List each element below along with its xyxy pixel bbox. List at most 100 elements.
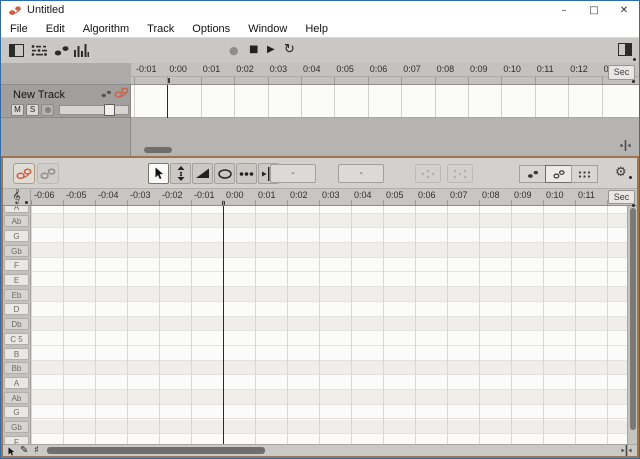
amplitude-tool-button[interactable]: [214, 163, 235, 184]
note-label-g-2[interactable]: G: [4, 229, 29, 242]
title-bar: Untitled – □ ✕: [1, 1, 639, 21]
note-label-b-10[interactable]: B: [4, 347, 29, 360]
note-label-ab-13[interactable]: Ab: [4, 391, 29, 404]
pointer-tool-button[interactable]: [148, 163, 169, 184]
view-toggle-notes[interactable]: [519, 165, 546, 183]
editor-tick-label: 0:01: [258, 190, 276, 200]
window-title: Untitled: [27, 4, 65, 16]
panel-right-dropdown-dot[interactable]: [633, 58, 636, 61]
note-label-gb-15[interactable]: Gb: [4, 421, 29, 433]
arrange-ruler[interactable]: -0:01 0:00 0:01 0:02 0:03 0:04 0:05 0:06 0:07 0:0…: [131, 63, 639, 85]
panel-left-toggle-icon[interactable]: [9, 44, 24, 57]
arrange-corner: [1, 63, 131, 85]
solo-button[interactable]: S: [26, 104, 39, 116]
note-label-g-14[interactable]: G: [4, 406, 29, 419]
editor-tick-label: -0:02: [162, 190, 183, 200]
menu-item-file[interactable]: File: [1, 21, 37, 37]
grid-row: [31, 346, 627, 361]
track-header[interactable]: New Track M S: [1, 85, 131, 118]
cursor-tool-icon[interactable]: [8, 447, 16, 456]
arrange-track-lane[interactable]: [131, 85, 639, 118]
track-list-empty: [1, 118, 131, 156]
note-label-bb-11[interactable]: Bb: [4, 362, 29, 375]
arrange-resize-grip[interactable]: [620, 140, 631, 151]
track-algorithm-icon[interactable]: [114, 87, 129, 99]
editor-grid[interactable]: [31, 206, 627, 444]
note-label-e-5[interactable]: E: [4, 274, 29, 286]
note-label-a-12[interactable]: A: [4, 376, 29, 389]
arrange-time-unit-dropdown-dot[interactable]: [632, 80, 635, 83]
view-toggle-blobs[interactable]: [545, 165, 572, 183]
note-label-c5-9[interactable]: C 5: [4, 332, 29, 345]
editor-time-unit-dropdown-dot[interactable]: [632, 204, 635, 207]
editor-ruler[interactable]: 𝄞 -0:06 -0:05 -0:04 -0:03 -0:02 -0:01 0:00 0:01…: [3, 189, 637, 206]
pitch-snap-select[interactable]: -: [270, 164, 316, 183]
mute-button[interactable]: M: [11, 104, 24, 116]
arrange-hscroll-thumb[interactable]: [144, 147, 172, 153]
menu-item-options[interactable]: Options: [183, 21, 239, 37]
arrange-playhead: [167, 85, 168, 118]
arrange-tick-label: 0:07: [403, 64, 421, 74]
grid-row: [31, 287, 627, 302]
note-label-ab-1[interactable]: Ab: [4, 215, 29, 228]
grid-row: [31, 331, 627, 346]
menu-item-algorithm[interactable]: Algorithm: [74, 21, 138, 37]
pitch-ruler[interactable]: AAbGGbFEEbDDbC 5BBbAAbGGbFE: [3, 206, 31, 444]
pitch-tool-button[interactable]: [170, 163, 191, 184]
editor-hscroll-thumb[interactable]: [47, 447, 265, 454]
grid-row: [31, 419, 627, 435]
track-volume-slider[interactable]: [59, 104, 129, 116]
stop-icon[interactable]: ■: [249, 44, 258, 55]
play-icon[interactable]: ▶: [267, 44, 275, 55]
editor-resize-grip[interactable]: [621, 445, 632, 456]
clef-dropdown-dot[interactable]: [25, 201, 28, 204]
maximize-button[interactable]: □: [579, 1, 609, 21]
grid-row: [31, 375, 627, 391]
menu-item-edit[interactable]: Edit: [37, 21, 74, 37]
arrange-tick-label: 0:05: [336, 64, 354, 74]
note-label-db-8[interactable]: Db: [4, 318, 29, 331]
note-label-eb-6[interactable]: Eb: [4, 288, 29, 301]
editor-vscroll-thumb[interactable]: [630, 208, 636, 430]
note-label-a-0[interactable]: A: [4, 206, 29, 213]
formant-tool-button[interactable]: [192, 163, 213, 184]
view-toggle-grid[interactable]: [571, 165, 598, 183]
arrange-tick-label: 0:01: [202, 64, 221, 74]
editor-settings-dropdown-dot[interactable]: [629, 176, 632, 179]
menu-item-help[interactable]: Help: [296, 21, 337, 37]
close-button[interactable]: ✕: [609, 1, 639, 21]
editor-settings-gear-icon[interactable]: ⚙: [615, 165, 627, 180]
record-arm-button[interactable]: [41, 104, 54, 116]
arrange-empty-area: [131, 118, 639, 156]
time-snap-select[interactable]: -: [338, 164, 384, 183]
track-name[interactable]: New Track: [13, 89, 65, 101]
note-blobs-icon[interactable]: [54, 45, 70, 57]
arrange-tick-label: 0:04: [303, 64, 321, 74]
blob-edit-button[interactable]: [13, 163, 35, 184]
timing-tool-button[interactable]: [236, 163, 257, 184]
note-label-gb-3[interactable]: Gb: [4, 244, 29, 257]
scale-snap-icon[interactable]: ♯: [34, 445, 39, 456]
editor-playhead: [223, 206, 224, 444]
note-label-f-16[interactable]: F: [4, 435, 29, 444]
track-notes-icon[interactable]: [101, 90, 112, 98]
draw-tool-icon[interactable]: ✎: [20, 445, 28, 456]
spectrum-bars-icon[interactable]: [74, 44, 89, 57]
track-volume-handle[interactable]: [104, 104, 115, 116]
minimize-button[interactable]: –: [549, 1, 579, 21]
menu-item-window[interactable]: Window: [239, 21, 296, 37]
menu-item-track[interactable]: Track: [138, 21, 183, 37]
editor-vscrollbar[interactable]: [627, 206, 637, 444]
arrange-time-unit-button[interactable]: Sec: [608, 65, 635, 80]
note-assignment-button[interactable]: [37, 163, 59, 184]
editor-tick-label: -0:01: [194, 190, 215, 200]
cycle-icon[interactable]: ↻: [284, 42, 295, 57]
grid-row: [31, 273, 627, 288]
note-label-f-4[interactable]: F: [4, 259, 29, 272]
editor-time-unit-button[interactable]: Sec: [608, 190, 635, 204]
grid-row: [31, 390, 627, 405]
track-list-icon[interactable]: [31, 44, 48, 57]
note-label-d-7[interactable]: D: [4, 303, 29, 316]
panel-right-toggle-icon[interactable]: [618, 43, 632, 56]
record-icon[interactable]: ●: [229, 44, 239, 57]
